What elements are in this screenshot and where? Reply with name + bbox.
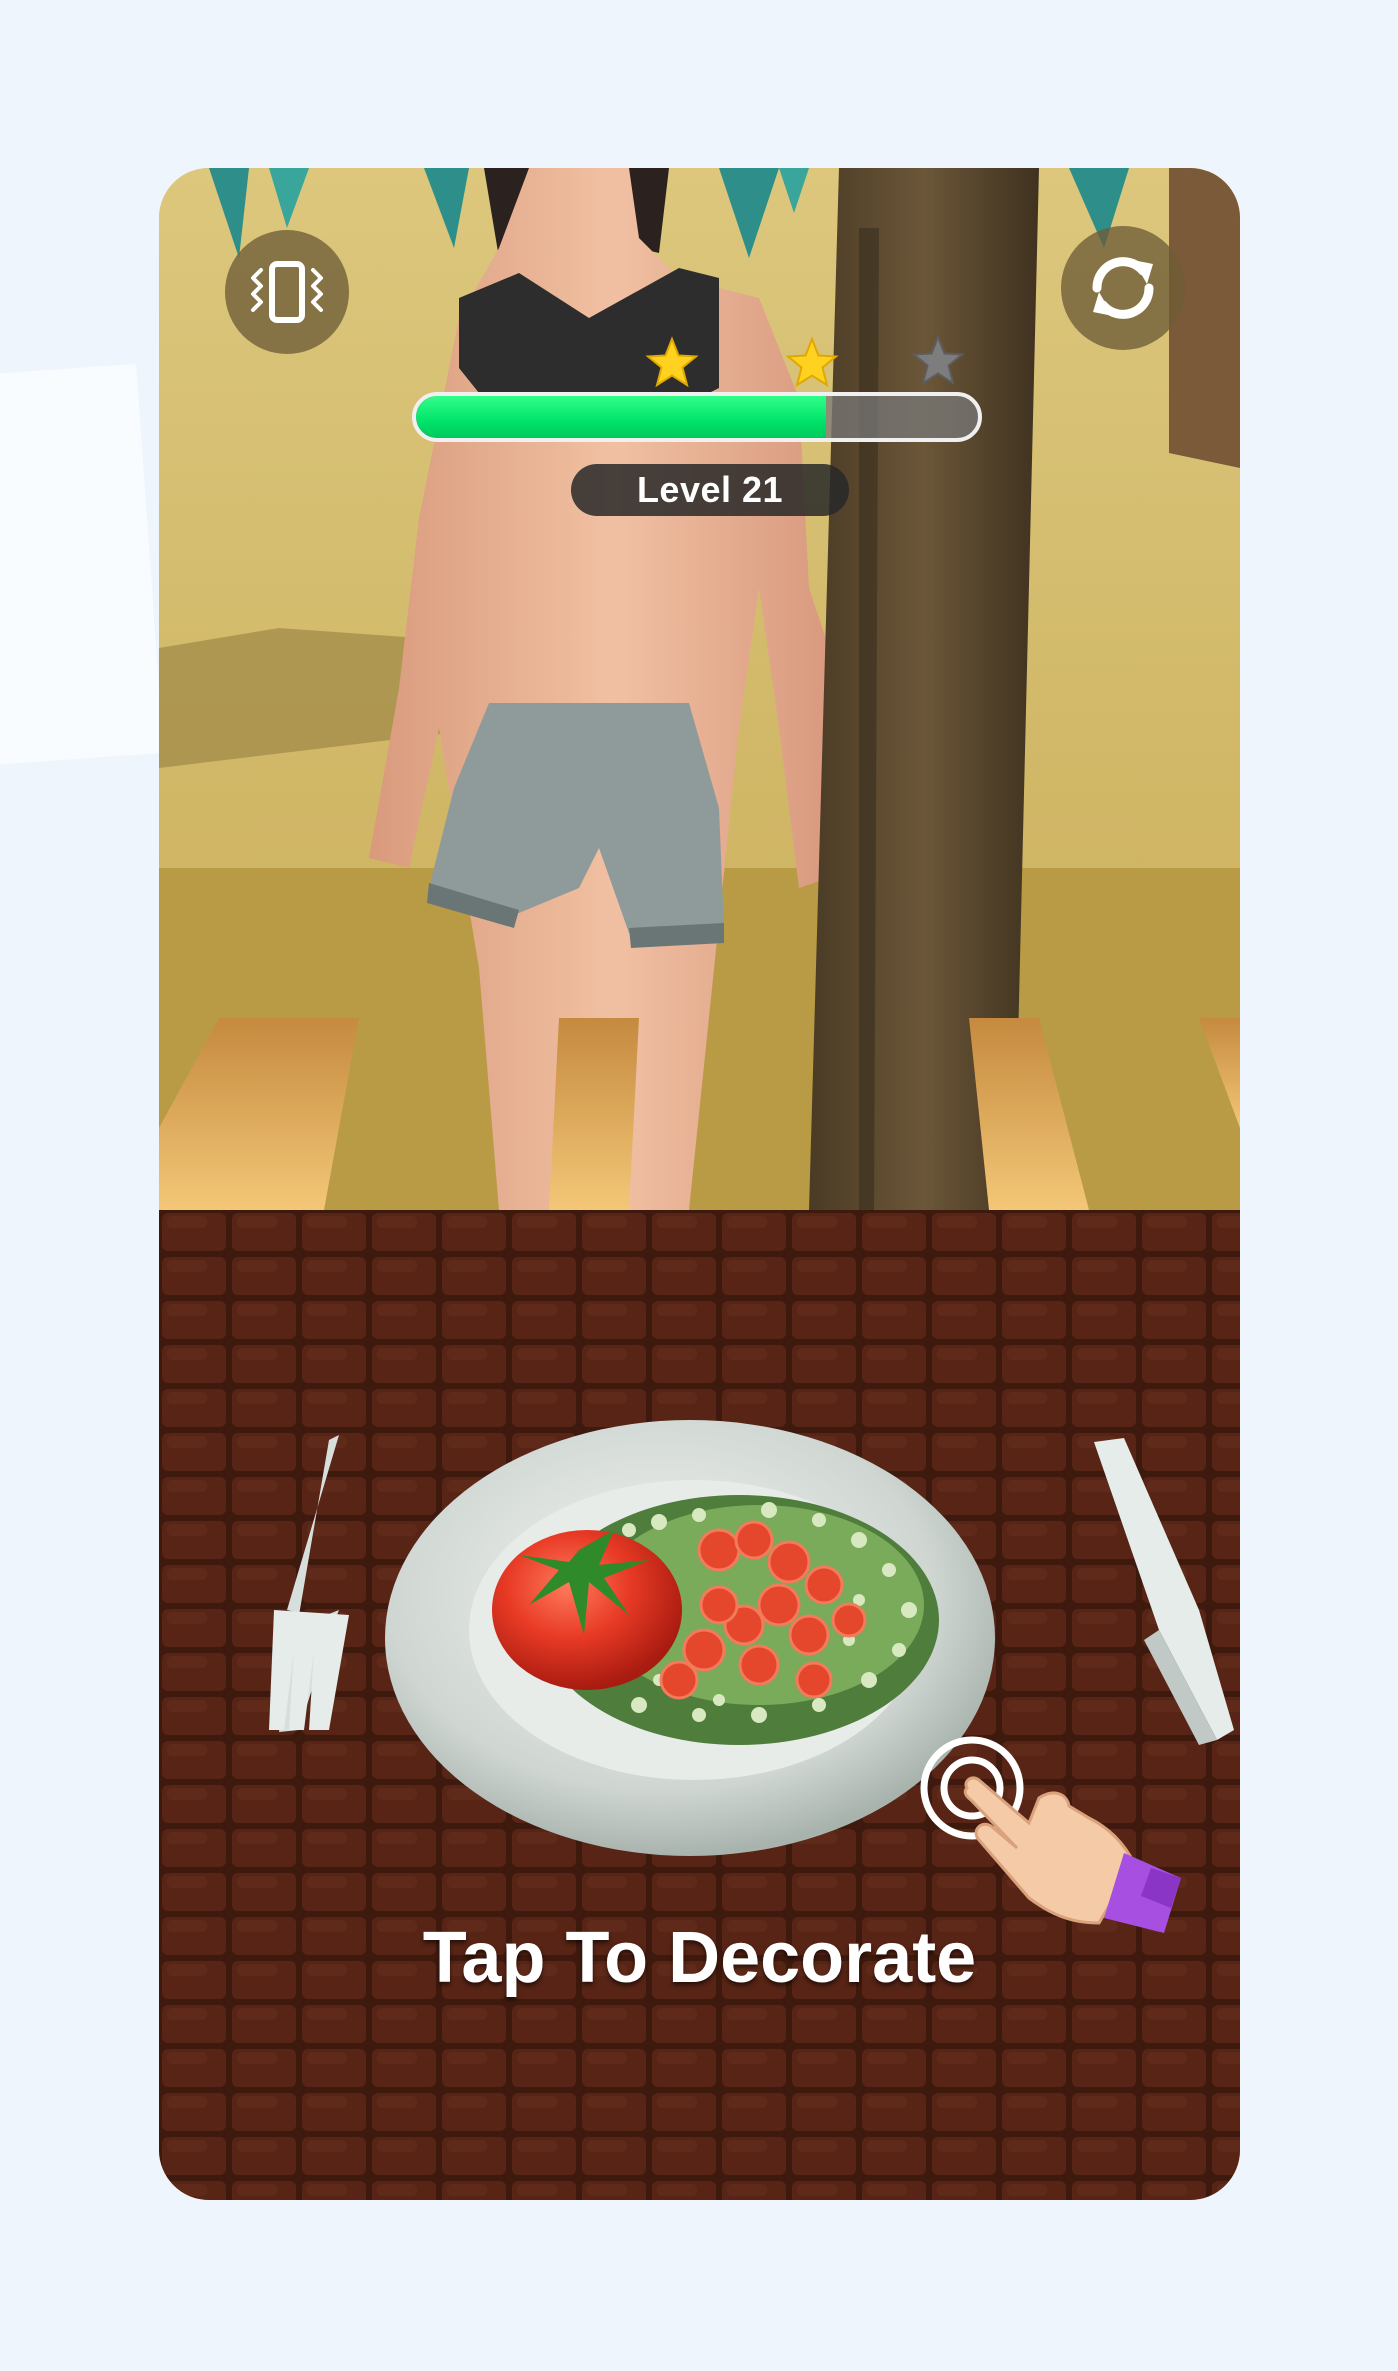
vibrate-phone-icon: [251, 261, 323, 323]
star-icon: [785, 336, 839, 388]
star-icon: [645, 336, 699, 388]
vibrate-toggle-button[interactable]: [225, 230, 349, 354]
tap-to-decorate-prompt: Tap To Decorate: [422, 1918, 977, 1998]
restart-arrows-icon: [1092, 257, 1154, 319]
game-viewport[interactable]: Level 21 Tap To Decorate: [159, 168, 1240, 2200]
restart-button[interactable]: [1061, 226, 1185, 350]
star-icon: [911, 334, 965, 386]
level-progress-fill: [416, 396, 827, 438]
level-label: Level 21: [571, 464, 849, 516]
level-progress-bar: [412, 392, 982, 442]
background-panel: [0, 363, 164, 767]
table-scene: [159, 1210, 1240, 2200]
